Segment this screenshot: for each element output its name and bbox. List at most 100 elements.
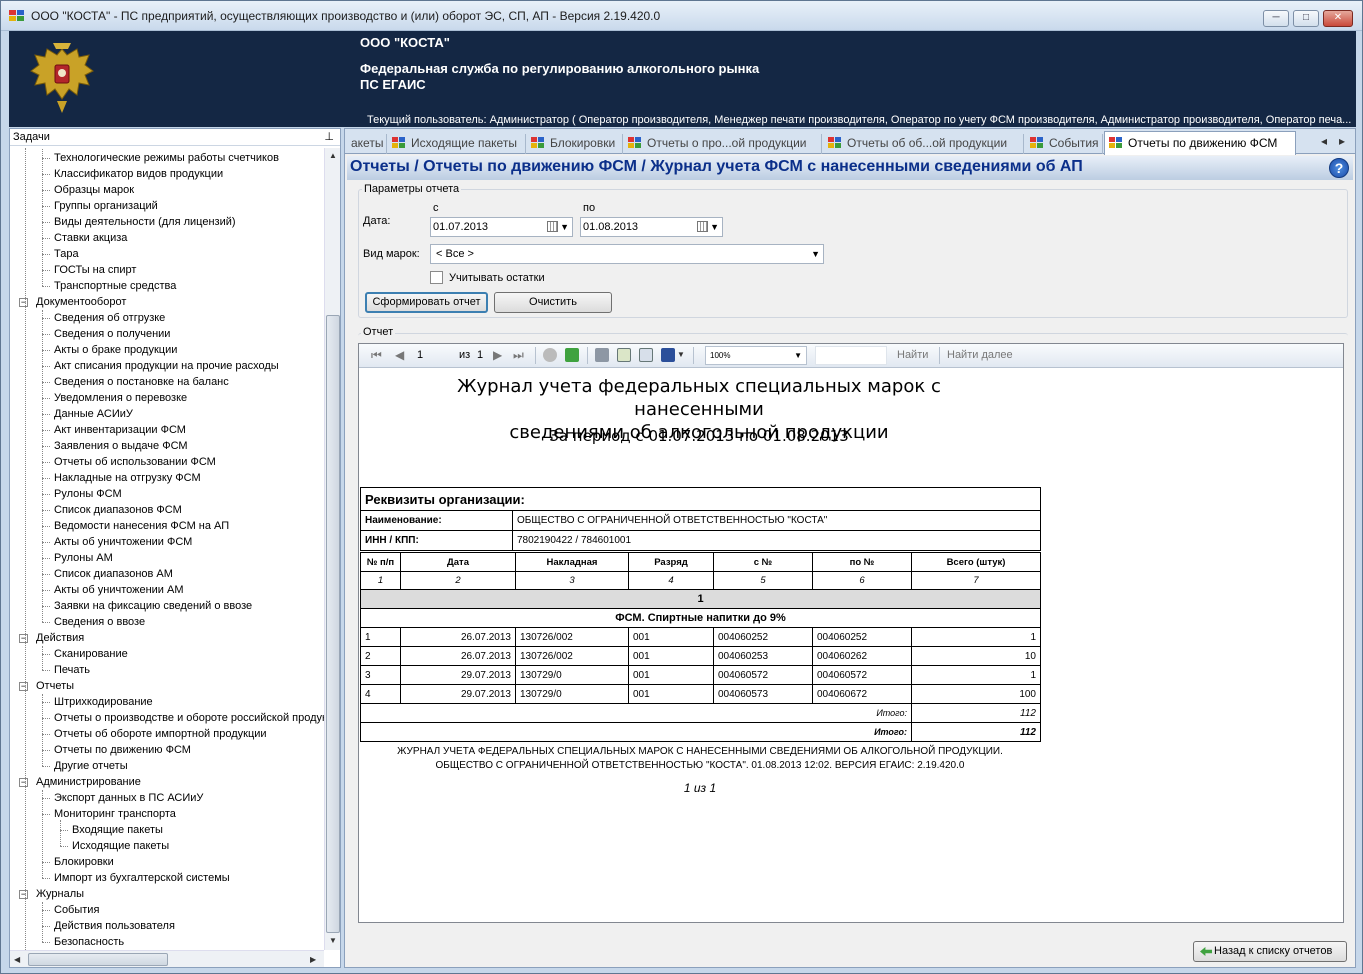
pin-icon[interactable]: ⊥ xyxy=(324,130,334,143)
tree-item[interactable]: Отчеты об использовании ФСМ xyxy=(54,454,216,470)
tree-item[interactable]: Рулоны АМ xyxy=(54,550,113,566)
print-layout-icon[interactable] xyxy=(617,348,631,362)
scroll-down-icon[interactable]: ▼ xyxy=(329,936,337,945)
save-icon[interactable] xyxy=(661,348,675,362)
chevron-down-icon[interactable]: ▼ xyxy=(794,347,802,364)
tree-item[interactable]: Тара xyxy=(54,246,79,262)
tree-item[interactable]: Акт инвентаризации ФСМ xyxy=(54,422,186,438)
marks-type-select[interactable]: < Все > ▼ xyxy=(430,244,824,264)
tree-item[interactable]: Входящие пакеты xyxy=(72,822,163,838)
tree-item[interactable]: Отчеты об обороте импортной продукции xyxy=(54,726,267,742)
tree-item[interactable]: Данные АСИиУ xyxy=(54,406,133,422)
tree-item[interactable]: Транспортные средства xyxy=(54,278,176,294)
page-setup-icon[interactable] xyxy=(639,348,653,362)
tree-group[interactable]: Действия xyxy=(36,630,84,646)
page-number-input[interactable]: 1 xyxy=(417,349,423,361)
chevron-down-icon[interactable]: ▼ xyxy=(560,218,569,236)
horizontal-scrollbar[interactable]: ◀ ▶ xyxy=(10,950,324,967)
tree-item[interactable]: Сведения о получении xyxy=(54,326,170,342)
tree-item[interactable]: Акты о браке продукции xyxy=(54,342,177,358)
scroll-right-icon[interactable]: ▶ xyxy=(310,955,316,964)
first-page-icon[interactable]: ⏮ xyxy=(371,348,382,363)
tree-item[interactable]: Ставки акциза xyxy=(54,230,127,246)
tree-item[interactable]: События xyxy=(54,902,99,918)
tree-item[interactable]: Мониторинг транспорта xyxy=(54,806,176,822)
find-input[interactable] xyxy=(815,346,887,365)
calendar-icon[interactable] xyxy=(547,221,558,232)
chevron-down-icon[interactable]: ▼ xyxy=(710,218,719,236)
tree-item[interactable]: Классификатор видов продукции xyxy=(54,166,223,182)
tab-incoming-packets[interactable]: акеты xyxy=(347,134,387,154)
tree-item[interactable]: Сведения о постановке на баланс xyxy=(54,374,229,390)
scroll-up-icon[interactable]: ▲ xyxy=(329,151,337,160)
close-button[interactable]: ✕ xyxy=(1323,10,1353,27)
clear-button[interactable]: Очистить xyxy=(494,292,612,313)
refresh-icon[interactable] xyxy=(565,348,579,362)
print-icon[interactable] xyxy=(595,348,609,362)
collapse-icon[interactable]: − xyxy=(19,890,28,899)
tree-group[interactable]: Отчеты xyxy=(36,678,74,694)
scroll-left-icon[interactable]: ◀ xyxy=(14,955,20,964)
tree-item[interactable]: Исходящие пакеты xyxy=(72,838,169,854)
tree-item[interactable]: Печать xyxy=(54,662,90,678)
tree-item[interactable]: Импорт из бухгалтерской системы xyxy=(54,870,230,886)
title-bar[interactable]: ООО "КОСТА" - ПС предприятий, осуществля… xyxy=(1,1,1362,31)
tree-item[interactable]: Ведомости нанесения ФСМ на АП xyxy=(54,518,229,534)
vertical-scrollbar[interactable]: ▲ ▼ xyxy=(324,148,340,950)
next-page-icon[interactable]: ▶ xyxy=(493,348,502,362)
tab-blocks[interactable]: Блокировки xyxy=(527,134,623,154)
scrollbar-thumb[interactable] xyxy=(326,315,340,933)
chevron-down-icon[interactable]: ▼ xyxy=(677,350,685,359)
collapse-icon[interactable]: − xyxy=(19,634,28,643)
tree-item[interactable]: Уведомления о перевозке xyxy=(54,390,187,406)
tree-item[interactable]: Технологические режимы работы счетчиков xyxy=(54,150,279,166)
tree-item[interactable]: Виды деятельности (для лицензий) xyxy=(54,214,236,230)
tree-item[interactable]: Накладные на отгрузку ФСМ xyxy=(54,470,201,486)
tree-item[interactable]: Список диапазонов АМ xyxy=(54,566,173,582)
tab-scroll-left-icon[interactable]: ◂ xyxy=(1321,134,1327,148)
tree-item[interactable]: Список диапазонов ФСМ xyxy=(54,502,182,518)
date-from-picker[interactable]: 01.07.2013 ▼ xyxy=(430,217,573,237)
tree-item[interactable]: ГОСТы на спирт xyxy=(54,262,136,278)
tree-item[interactable]: Сведения об отгрузке xyxy=(54,310,165,326)
tree-group[interactable]: Журналы xyxy=(36,886,84,902)
maximize-button[interactable]: □ xyxy=(1293,10,1319,27)
tab-fsm-movement-reports[interactable]: Отчеты по движению ФСМ xyxy=(1104,131,1296,155)
tree-item[interactable]: Другие отчеты xyxy=(54,758,128,774)
zoom-select[interactable]: 100% ▼ xyxy=(705,346,807,365)
tree-item[interactable]: Отчеты о производстве и обороте российск… xyxy=(54,710,324,726)
tree-item[interactable]: Безопасность xyxy=(54,934,124,950)
horizontal-scrollbar-thumb[interactable] xyxy=(28,953,168,966)
back-to-reports-button[interactable]: Назад к списку отчетов xyxy=(1193,941,1347,962)
tab-events[interactable]: События xyxy=(1026,134,1103,154)
help-icon[interactable]: ? xyxy=(1329,158,1349,178)
find-button[interactable]: Найти xyxy=(897,349,928,361)
tree-item[interactable]: Экспорт данных в ПС АСИиУ xyxy=(54,790,203,806)
stop-icon[interactable] xyxy=(543,348,557,362)
tree-item[interactable]: Акты об уничтожении ФСМ xyxy=(54,534,192,550)
generate-report-button[interactable]: Сформировать отчет xyxy=(365,292,488,313)
tab-outgoing-packets[interactable]: Исходящие пакеты xyxy=(388,134,526,154)
tree-item[interactable]: Штрихкодирование xyxy=(54,694,153,710)
remains-checkbox[interactable] xyxy=(430,271,443,284)
tree-item[interactable]: Отчеты по движению ФСМ xyxy=(54,742,191,758)
tree-item[interactable]: Акт списания продукции на прочие расходы xyxy=(54,358,279,374)
tree-item[interactable]: Группы организаций xyxy=(54,198,158,214)
minimize-button[interactable]: ─ xyxy=(1263,10,1289,27)
collapse-icon[interactable]: − xyxy=(19,298,28,307)
tree-item[interactable]: Сканирование xyxy=(54,646,128,662)
prev-page-icon[interactable]: ◀ xyxy=(395,348,404,362)
tab-scroll-right-icon[interactable]: ▸ xyxy=(1339,134,1345,148)
find-next-button[interactable]: Найти далее xyxy=(947,349,1013,361)
calendar-icon[interactable] xyxy=(697,221,708,232)
chevron-down-icon[interactable]: ▼ xyxy=(811,245,820,263)
tree-item[interactable]: Акты об уничтожении АМ xyxy=(54,582,184,598)
tree-item[interactable]: Сведения о ввозе xyxy=(54,614,145,630)
tree-group[interactable]: Администрирование xyxy=(36,774,141,790)
tree-item[interactable]: Заявления о выдаче ФСМ xyxy=(54,438,188,454)
tree-item[interactable]: Действия пользователя xyxy=(54,918,175,934)
tree-group[interactable]: Документооборот xyxy=(36,294,126,310)
date-to-picker[interactable]: 01.08.2013 ▼ xyxy=(580,217,723,237)
tab-import-reports[interactable]: Отчеты об об...ой продукции xyxy=(824,134,1024,154)
tree-item[interactable]: Рулоны ФСМ xyxy=(54,486,122,502)
